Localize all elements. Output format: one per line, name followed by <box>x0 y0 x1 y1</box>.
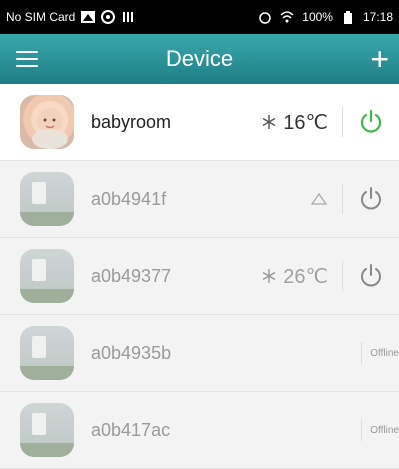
device-name: a0b4935b <box>91 342 172 363</box>
power-icon[interactable] <box>357 185 385 213</box>
device-avatar <box>20 249 74 303</box>
offline-badge: Offline <box>361 342 399 364</box>
carrier-label: No SIM Card <box>6 10 76 24</box>
temperature-display: 16℃ <box>261 110 328 135</box>
device-avatar <box>20 172 74 226</box>
power-icon[interactable] <box>357 262 385 290</box>
device-avatar <box>20 403 74 457</box>
page-title: Device <box>165 46 234 71</box>
divider <box>342 261 343 291</box>
device-row-a0b4935b[interactable]: a0b4935b Offline <box>0 315 399 392</box>
device-list: babyroom 16℃ a0b4941f a0b49377 26℃ a0b49… <box>0 84 399 469</box>
menu-icon[interactable] <box>16 51 38 67</box>
wifi-icon <box>280 11 294 23</box>
snowflake-icon <box>262 115 276 129</box>
device-row-a0b4941f[interactable]: a0b4941f <box>0 161 399 238</box>
temperature-value: 26℃ <box>283 265 328 288</box>
barcode-icon <box>121 11 135 23</box>
device-row-a0b417ac[interactable]: a0b417ac Offline <box>0 392 399 469</box>
triangle-icon <box>310 192 328 205</box>
offline-badge: Offline <box>361 419 399 441</box>
alarm-icon <box>258 11 272 24</box>
device-name: a0b49377 <box>91 265 172 286</box>
battery-percent: 100% <box>302 10 333 24</box>
add-device-button[interactable]: + <box>370 43 389 75</box>
device-row-babyroom[interactable]: babyroom 16℃ <box>0 84 399 161</box>
notification-icon <box>81 11 96 23</box>
app-icon <box>101 10 116 24</box>
app-header: Device + <box>0 34 399 84</box>
device-avatar <box>20 95 74 149</box>
clock: 17:18 <box>362 10 393 24</box>
divider <box>342 107 343 137</box>
snowflake-icon <box>262 269 276 283</box>
device-name: a0b417ac <box>91 419 171 440</box>
device-avatar <box>20 326 74 380</box>
device-row-a0b49377[interactable]: a0b49377 26℃ <box>0 238 399 315</box>
divider <box>342 184 343 214</box>
status-bar: No SIM Card 100% 17:18 <box>0 0 399 34</box>
device-name: a0b4941f <box>91 188 167 209</box>
mode-display <box>310 192 328 206</box>
temperature-value: 16℃ <box>283 111 328 134</box>
temperature-display: 26℃ <box>261 264 328 289</box>
power-icon[interactable] <box>357 108 385 136</box>
device-name: babyroom <box>91 111 172 132</box>
battery-icon <box>341 10 355 24</box>
